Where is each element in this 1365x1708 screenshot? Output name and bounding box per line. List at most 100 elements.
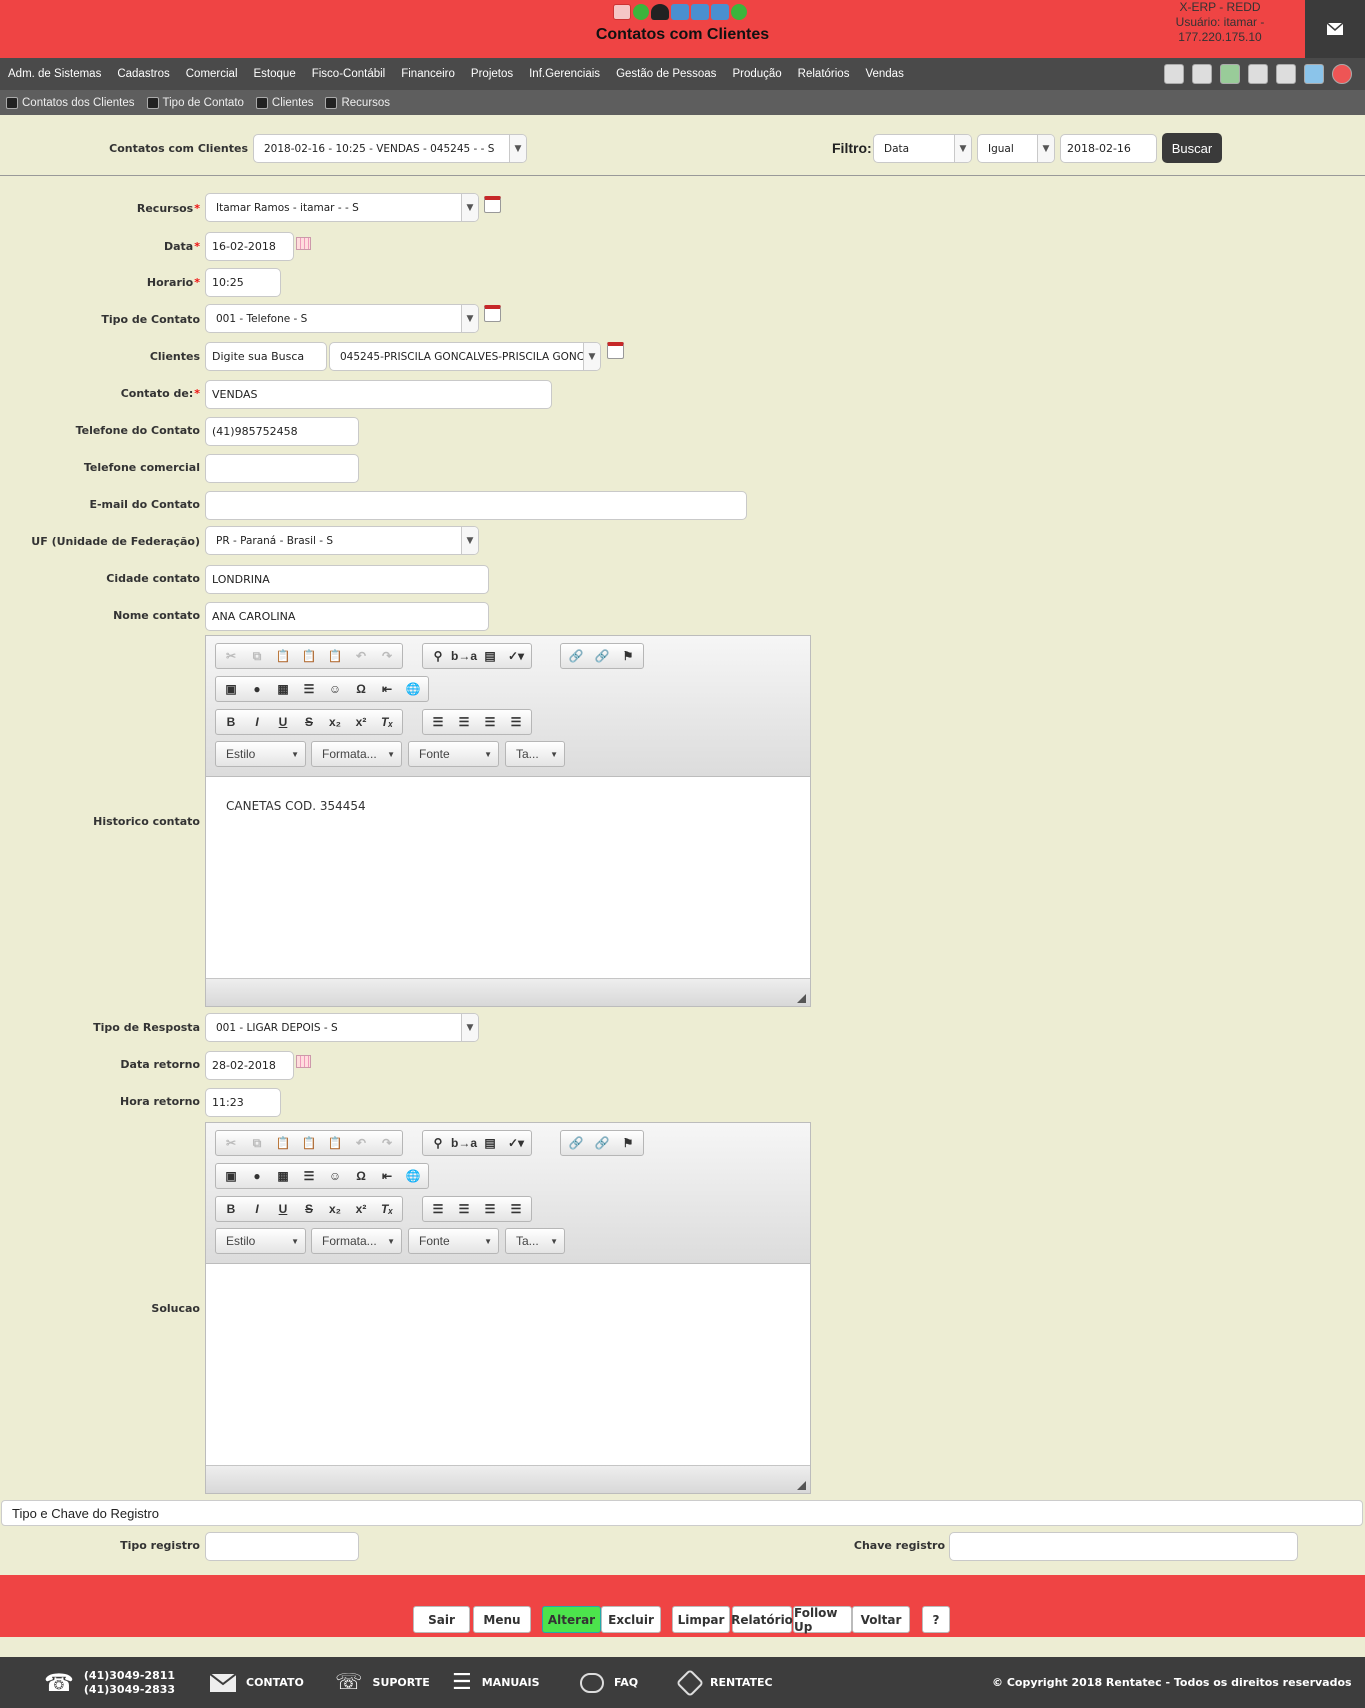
- copy-icon[interactable]: ⧉: [244, 1132, 270, 1154]
- page-break-icon[interactable]: ⇤: [374, 678, 400, 700]
- calendar-icon[interactable]: [607, 342, 624, 359]
- paste-icon[interactable]: 📋: [270, 645, 296, 667]
- size-combo[interactable]: Ta... ▼: [505, 1228, 565, 1254]
- style-combo[interactable]: Estilo ▼: [215, 741, 306, 767]
- recursos-select[interactable]: Itamar Ramos - itamar - - S ▼: [205, 193, 479, 222]
- flash-icon[interactable]: ●: [244, 678, 270, 700]
- superscript-icon[interactable]: x²: [348, 1198, 374, 1220]
- list-icon[interactable]: [1276, 64, 1296, 84]
- undo-icon[interactable]: ↶: [348, 645, 374, 667]
- paste-icon[interactable]: 📋: [270, 1132, 296, 1154]
- redo-icon[interactable]: ↷: [374, 1132, 400, 1154]
- horizontal-line-icon[interactable]: ☰: [296, 678, 322, 700]
- recycle-icon[interactable]: [1220, 64, 1240, 84]
- cut-icon[interactable]: ✂: [218, 645, 244, 667]
- align-center-icon[interactable]: ☰: [451, 711, 477, 733]
- underline-icon[interactable]: U: [270, 1198, 296, 1220]
- flash-icon[interactable]: ●: [244, 1165, 270, 1187]
- footer-rentatec-link[interactable]: RENTATEC: [675, 1657, 773, 1708]
- menu-producao[interactable]: Produção: [724, 68, 789, 80]
- spellcheck-icon[interactable]: ✓▾: [503, 645, 529, 667]
- bold-icon[interactable]: B: [218, 1198, 244, 1220]
- submenu-recursos[interactable]: Recursos: [319, 96, 396, 109]
- iframe-icon[interactable]: 🌐: [400, 1165, 426, 1187]
- mail-button[interactable]: [1305, 0, 1365, 58]
- horario-input[interactable]: 10:25: [205, 268, 281, 297]
- paste-text-icon[interactable]: 📋: [296, 1132, 322, 1154]
- paste-text-icon[interactable]: 📋: [296, 645, 322, 667]
- select-all-icon[interactable]: ▤: [477, 1132, 503, 1154]
- align-right-icon[interactable]: ☰: [477, 711, 503, 733]
- menu-gestao-pessoas[interactable]: Gestão de Pessoas: [608, 68, 724, 80]
- contato-de-input[interactable]: VENDAS: [205, 380, 552, 409]
- footer-manuais-link[interactable]: ☰ MANUAIS: [452, 1657, 540, 1708]
- search-button[interactable]: Buscar: [1162, 133, 1222, 163]
- tipo-registro-input[interactable]: [205, 1532, 359, 1561]
- sair-button[interactable]: Sair: [413, 1606, 470, 1633]
- excluir-button[interactable]: Excluir: [601, 1606, 661, 1633]
- menu-comercial[interactable]: Comercial: [178, 68, 246, 80]
- footer-contato-link[interactable]: CONTATO: [210, 1657, 304, 1708]
- telefone-comercial-input[interactable]: [205, 454, 359, 483]
- solucao-editor-body[interactable]: [206, 1264, 810, 1465]
- strike-icon[interactable]: S: [296, 1198, 322, 1220]
- cidade-input[interactable]: LONDRINA: [205, 565, 489, 594]
- menu-adm-sistemas[interactable]: Adm. de Sistemas: [0, 68, 109, 80]
- unlink-icon[interactable]: 🔗: [589, 1132, 615, 1154]
- submenu-contatos-clientes[interactable]: Contatos dos Clientes: [0, 96, 141, 109]
- report-icon[interactable]: [613, 4, 631, 20]
- tipo-resposta-select[interactable]: 001 - LIGAR DEPOIS - S ▼: [205, 1013, 479, 1042]
- replace-icon[interactable]: b→a: [451, 645, 477, 667]
- cut-icon[interactable]: ✂: [218, 1132, 244, 1154]
- justify-icon[interactable]: ☰: [503, 1198, 529, 1220]
- clientes-search-input[interactable]: Digite sua Busca: [205, 342, 327, 371]
- limpar-button[interactable]: Limpar: [672, 1606, 730, 1633]
- add-icon[interactable]: [731, 4, 747, 20]
- resize-handle[interactable]: [797, 994, 806, 1003]
- help-icon[interactable]: [1304, 64, 1324, 84]
- link-icon[interactable]: 🔗: [563, 645, 589, 667]
- select-all-icon[interactable]: ▤: [477, 645, 503, 667]
- justify-icon[interactable]: ☰: [503, 711, 529, 733]
- remove-format-icon[interactable]: Tₓ: [374, 1198, 400, 1220]
- email-contato-input[interactable]: [205, 491, 747, 520]
- anchor-flag-icon[interactable]: ⚑: [615, 645, 641, 667]
- paste-word-icon[interactable]: 📋: [322, 645, 348, 667]
- print-icon[interactable]: [1192, 64, 1212, 84]
- footer-suporte-link[interactable]: ☏ SUPORTE: [335, 1657, 430, 1708]
- users-icon[interactable]: [651, 4, 669, 20]
- document-icon[interactable]: [1248, 64, 1268, 84]
- menu-relatorios[interactable]: Relatórios: [790, 68, 858, 80]
- horizontal-line-icon[interactable]: ☰: [296, 1165, 322, 1187]
- submenu-tipo-contato[interactable]: Tipo de Contato: [141, 96, 250, 109]
- nome-input[interactable]: ANA CAROLINA: [205, 602, 489, 631]
- format-combo[interactable]: Formata... ▼: [311, 741, 402, 767]
- submenu-clientes[interactable]: Clientes: [250, 96, 320, 109]
- filter-value-input[interactable]: 2018-02-16: [1060, 134, 1157, 163]
- power-icon[interactable]: [1332, 64, 1352, 84]
- resize-handle[interactable]: [797, 1481, 806, 1490]
- historico-editor-body[interactable]: CANETAS COD. 354454: [206, 777, 810, 978]
- underline-icon[interactable]: U: [270, 711, 296, 733]
- calendar-icon[interactable]: [296, 1055, 311, 1068]
- tipo-contato-select[interactable]: 001 - Telefone - S ▼: [205, 304, 479, 333]
- font-combo[interactable]: Fonte ▼: [408, 1228, 499, 1254]
- chave-registro-input[interactable]: [949, 1532, 1298, 1561]
- menu-estoque[interactable]: Estoque: [246, 68, 304, 80]
- spellcheck-icon[interactable]: ✓▾: [503, 1132, 529, 1154]
- page-break-icon[interactable]: ⇤: [374, 1165, 400, 1187]
- relatorio-button[interactable]: Relatório: [731, 1606, 793, 1633]
- bold-icon[interactable]: B: [218, 711, 244, 733]
- find-icon[interactable]: ⚲: [425, 1132, 451, 1154]
- style-combo[interactable]: Estilo ▼: [215, 1228, 306, 1254]
- size-combo[interactable]: Ta... ▼: [505, 741, 565, 767]
- data-retorno-input[interactable]: 28-02-2018: [205, 1051, 294, 1080]
- align-center-icon[interactable]: ☰: [451, 1198, 477, 1220]
- menu-cadastros[interactable]: Cadastros: [109, 68, 177, 80]
- anchor-flag-icon[interactable]: ⚑: [615, 1132, 641, 1154]
- image-icon[interactable]: ▣: [218, 678, 244, 700]
- remove-format-icon[interactable]: Tₓ: [374, 711, 400, 733]
- menu-projetos[interactable]: Projetos: [463, 68, 521, 80]
- special-char-icon[interactable]: Ω: [348, 1165, 374, 1187]
- alterar-button[interactable]: Alterar: [542, 1606, 601, 1633]
